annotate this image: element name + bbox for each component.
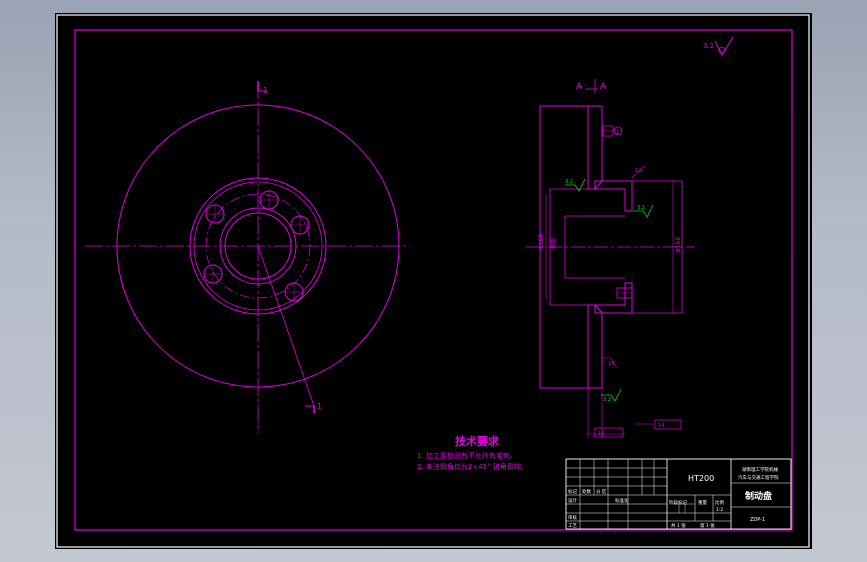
section-tag-top: 1 — [263, 86, 268, 95]
tech-line-2: 2. 未注倒角均为2×45° 锐角倒钝。 — [417, 462, 528, 471]
section-view: A A Φ168 Φ85 Φ168 16 14 1 12 16 3.2 3.2 … — [525, 79, 695, 438]
tb-sheet-no: 第 1 张 — [700, 522, 715, 529]
tech-title: 技术要求 — [455, 434, 500, 448]
tb-zone: 分 区 — [596, 488, 607, 495]
tb-weight: 重量 — [698, 499, 707, 506]
tb-count: 处数 — [582, 488, 591, 495]
rough-g3: 3.2 — [603, 397, 611, 403]
tb-process: 工艺 — [568, 523, 577, 529]
tb-design: 设计 — [568, 497, 577, 504]
roughness-marks: 3.2 3.2 3.2 — [565, 178, 654, 403]
note-16: 16 — [608, 361, 614, 367]
dim-hub-small: Φ85 — [550, 237, 557, 250]
section-label-right: A — [600, 82, 607, 92]
tb-sheet-total: 共 1 张 — [671, 522, 686, 529]
section-label-left: A — [576, 82, 583, 92]
dim-thickness: 16 — [598, 431, 604, 437]
tb-school-1: 湖南理工学院机械 — [742, 466, 778, 473]
tb-stage: 阶段标记 — [669, 499, 687, 506]
tag-circle-1: 1 — [616, 129, 620, 136]
tech-line-1: 1. 加工后检测有不允许有毛刺。 — [417, 451, 517, 460]
tb-check: 审核 — [568, 514, 577, 521]
rough-g2: 3.2 — [637, 205, 645, 211]
tb-mark: 标记 — [568, 488, 577, 495]
dim-outer: Φ168 — [538, 234, 545, 250]
tech-requirements: 技术要求 1. 加工后检测有不允许有毛刺。 2. 未注倒角均为2×45° 锐角倒… — [417, 434, 528, 471]
general-roughness-symbol: 3.2 — [703, 36, 734, 57]
tb-part-name: 制动盘 — [745, 490, 772, 502]
tb-scale: 1:2 — [716, 507, 723, 513]
dim-right: Φ168 — [675, 237, 682, 253]
roughness-text: 3.2 — [703, 42, 714, 50]
section-tag-bottom: 1 — [317, 402, 322, 411]
tb-standard: 标准化 — [615, 497, 629, 504]
rough-g1: 3.2 — [565, 179, 573, 185]
tb-school-2: 汽车与交通工程学院 — [738, 474, 779, 481]
title-block: 标记 处数 分 区 设计 标准化 审核 工艺 HT200 阶段标记 重量 比例 … — [565, 458, 792, 530]
tb-material: HT200 — [688, 474, 714, 483]
tb-drawing-no: ZDP-1 — [750, 517, 765, 523]
front-view: 1 1 — [85, 81, 410, 433]
chamfer-note: 12 — [635, 168, 641, 174]
cad-viewport[interactable]: 3.2 1 1 A A Φ168 Φ85 Φ168 16 14 1 12 16 … — [55, 13, 812, 549]
dim-right-box: 14 — [658, 423, 664, 429]
tb-ratio: 比例 — [715, 499, 724, 506]
